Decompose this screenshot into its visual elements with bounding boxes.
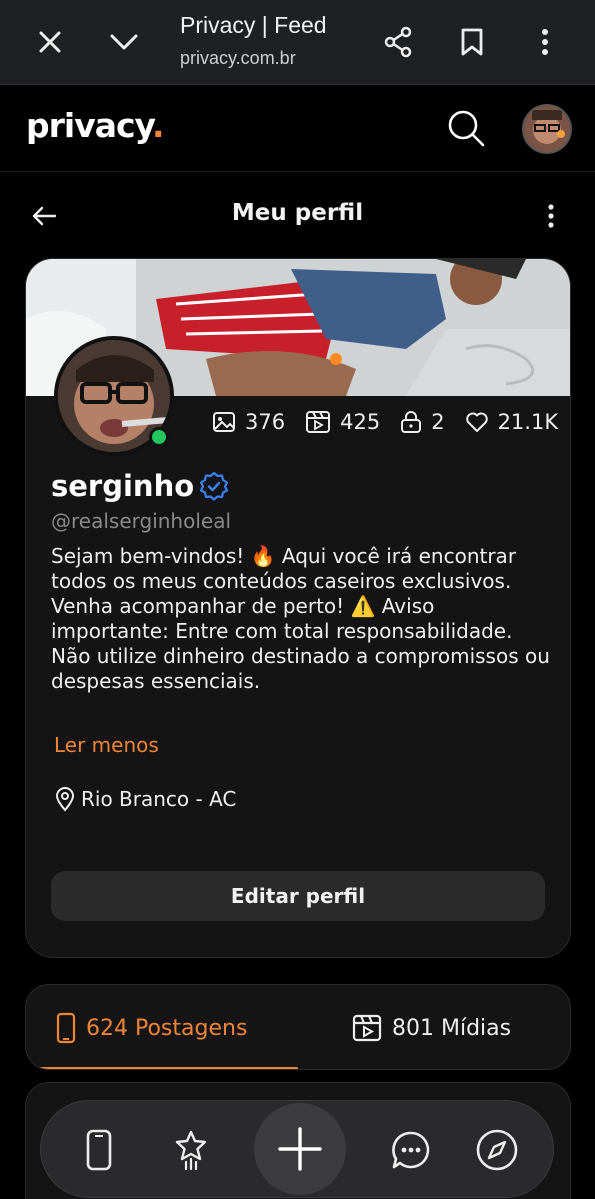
profile-card: 376 425 2 21.1K serginho @realserginhole… (25, 258, 571, 958)
close-icon[interactable] (30, 22, 70, 62)
stat-likes-value: 21.1K (497, 410, 559, 434)
online-status-dot (149, 427, 169, 447)
page-title: Meu perfil (231, 200, 364, 226)
page-title-row: Meu perfil (0, 192, 595, 238)
create-post-button[interactable] (254, 1103, 346, 1195)
edit-profile-button[interactable]: Editar perfil (51, 871, 545, 921)
app-header: privacy. (0, 86, 595, 172)
phone-icon (86, 1129, 112, 1171)
browser-bar: Privacy | Feed privacy.com.br (0, 0, 595, 85)
nav-favorites[interactable] (161, 1120, 221, 1180)
video-icon (306, 411, 331, 433)
phone-icon (56, 1012, 76, 1044)
location-text: Rio Branco - AC (81, 787, 237, 811)
compass-icon (476, 1129, 518, 1171)
stat-photos-value: 376 (245, 410, 286, 434)
heart-icon (465, 412, 488, 432)
privacy-logo[interactable]: privacy. (26, 106, 165, 145)
stat-locked-value: 2 (431, 410, 445, 434)
chevron-down-icon[interactable] (104, 22, 144, 62)
content-tabs: 624 Postagens 801 Mídias (25, 984, 571, 1070)
bookmark-icon[interactable] (452, 22, 492, 62)
profile-handle: @realserginholeal (51, 509, 232, 533)
user-avatar[interactable] (522, 104, 572, 154)
tab-posts-label: 624 Postagens (86, 1015, 248, 1041)
browser-url[interactable]: privacy.com.br (180, 48, 296, 69)
star-icon (175, 1130, 207, 1171)
chat-icon (392, 1131, 430, 1169)
browser-title: Privacy | Feed (180, 12, 327, 38)
image-icon (213, 412, 235, 432)
search-icon[interactable] (444, 106, 488, 150)
active-tab-indicator (26, 1067, 298, 1069)
display-name-text: serginho (51, 469, 195, 503)
stat-videos-value: 425 (340, 410, 381, 434)
stat-videos: 425 (305, 410, 380, 434)
stat-locked: 2 (400, 410, 445, 434)
tab-media[interactable]: 801 Mídias (352, 985, 512, 1069)
plus-icon (278, 1127, 322, 1171)
nav-messages[interactable] (381, 1120, 441, 1180)
verified-icon (200, 471, 229, 501)
tab-media-label: 801 Mídias (392, 1015, 512, 1041)
location-icon (55, 787, 75, 812)
display-name: serginho (51, 469, 229, 503)
tab-posts[interactable]: 624 Postagens (56, 985, 248, 1069)
nav-feed[interactable] (69, 1120, 129, 1180)
more-vertical-icon[interactable] (536, 198, 566, 234)
profile-stats: 376 425 2 21.1K (212, 407, 570, 437)
lock-icon (401, 411, 422, 433)
profile-bio: Sejam bem-vindos! 🔥 Aqui você irá encont… (51, 544, 550, 693)
share-icon[interactable] (378, 22, 418, 62)
profile-location: Rio Branco - AC (54, 786, 236, 812)
stat-likes: 21.1K (465, 410, 559, 434)
more-vertical-icon[interactable] (525, 22, 565, 62)
nav-explore[interactable] (467, 1120, 527, 1180)
stat-photos: 376 (212, 410, 285, 434)
read-less-link[interactable]: Ler menos (54, 733, 159, 757)
video-icon (352, 1014, 382, 1042)
bottom-nav (40, 1100, 554, 1198)
